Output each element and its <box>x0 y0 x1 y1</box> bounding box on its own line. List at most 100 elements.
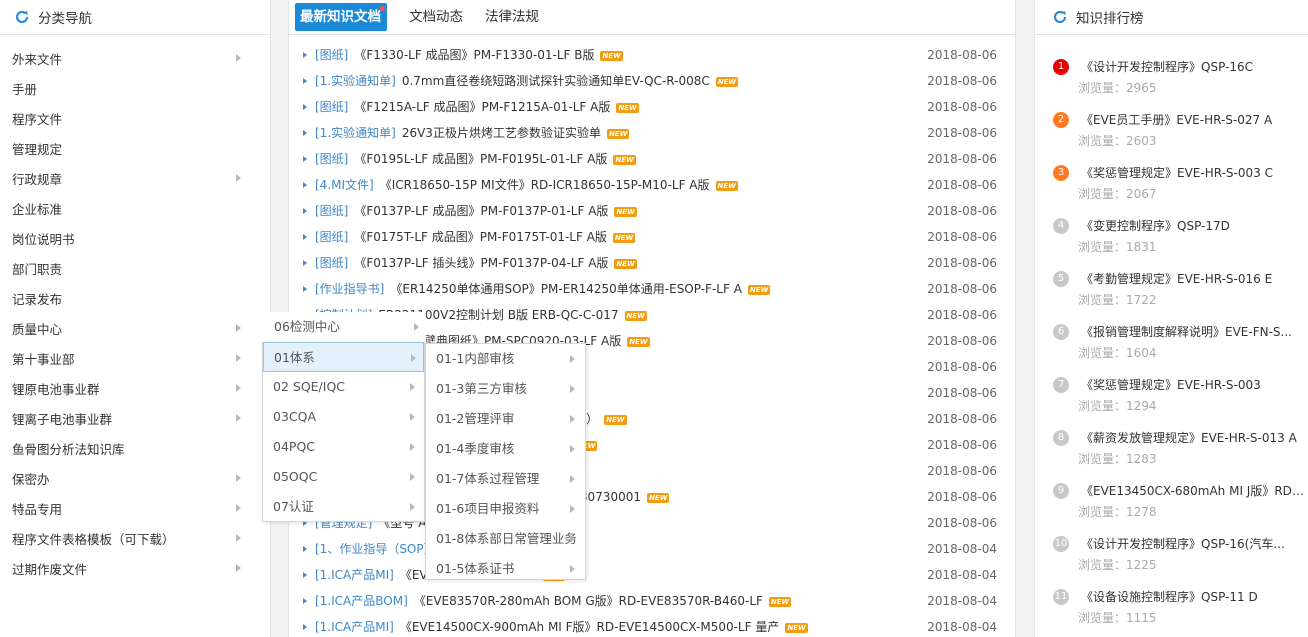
nav-item[interactable]: 第十事业部 <box>0 343 271 373</box>
menu-item[interactable]: 07认证 <box>263 492 424 522</box>
doc-category-link[interactable]: [4.MI文件] <box>315 178 374 192</box>
doc-category-link[interactable]: [1、作业指导（SOP）] <box>315 542 434 556</box>
menu-item[interactable]: 01体系 <box>263 342 424 372</box>
ranking-item[interactable]: 7 《奖惩管理规定》EVE-HR-S-003 浏览量：1294 <box>1035 373 1308 426</box>
doc-title-link[interactable]: 26V3正极片烘烤工艺参数验证实验单 <box>402 126 601 140</box>
doc-title-link[interactable]: 《ER14250单体通用SOP》PM-ER14250单体通用-ESOP-F-LF… <box>390 282 742 296</box>
ranking-title-link[interactable]: 《薪资发放管理规定》EVE-HR-S-013 A <box>1081 429 1307 446</box>
doc-category-link[interactable]: [图纸] <box>315 152 348 166</box>
doc-category-link[interactable]: [图纸] <box>315 48 348 62</box>
ranking-title-link[interactable]: 《EVE13450CX-680mAh MI J版》RD-... <box>1081 482 1307 499</box>
ranking-title-link[interactable]: 《设计开发控制程序》QSP-16(汽车... <box>1081 535 1307 552</box>
nav-item[interactable]: 部门职责 <box>0 253 271 283</box>
nav-item[interactable]: 保密办 <box>0 463 271 493</box>
tab-doc-activity[interactable]: 文档动态 <box>409 0 463 34</box>
doc-row[interactable]: [1.实验通知单] 0.7mm直径卷绕短路测试探针实验通知单EV-QC-R-008… <box>289 68 1015 94</box>
ranking-item[interactable]: 6 《报销管理制度解释说明》EVE-FN-S... 浏览量：1604 <box>1035 320 1308 373</box>
nav-item[interactable]: 管理规定 <box>0 133 271 163</box>
nav-item-label: 锂原电池事业群 <box>12 381 100 397</box>
doc-category-link[interactable]: [1.实验通知单] <box>315 126 396 140</box>
nav-item[interactable]: 企业标准 <box>0 193 271 223</box>
doc-row[interactable]: [1、作业指导（SOP）]《E-L0733-ESOP-LFNEW2018-08-… <box>289 536 1015 562</box>
menu-item[interactable]: 01-2管理评审 <box>426 404 585 434</box>
ranking-item[interactable]: 10 《设计开发控制程序》QSP-16(汽车... 浏览量：1225 <box>1035 532 1308 585</box>
ranking-item[interactable]: 2 《EVE员工手册》EVE-HR-S-027 A 浏览量：2603 <box>1035 108 1308 161</box>
doc-title-link[interactable]: 0.7mm直径卷绕短路测试探针实验通知单EV-QC-R-008C <box>402 74 710 88</box>
nav-item[interactable]: 过期作废文件 <box>0 553 271 583</box>
menu-item[interactable]: 01-3第三方审核 <box>426 374 585 404</box>
ranking-views: 浏览量：1278 <box>1078 505 1157 519</box>
menu-item[interactable]: 01-6项目申报资料 <box>426 494 585 524</box>
ranking-title-link[interactable]: 《报销管理制度解释说明》EVE-FN-S... <box>1081 323 1307 340</box>
doc-category-link[interactable]: [1.ICA产品MI] <box>315 620 394 634</box>
doc-row[interactable]: [1.ICA产品MI]《EVE83570R-M460-LFNEW2018-08-… <box>289 562 1015 588</box>
nav-item[interactable]: 特品专用 <box>0 493 271 523</box>
menu-item-inspection-center[interactable]: 06检测中心 <box>264 312 426 342</box>
ranking-title-link[interactable]: 《设备设施控制程序》QSP-11 D <box>1081 588 1307 605</box>
ranking-item[interactable]: 8 《薪资发放管理规定》EVE-HR-S-013 A 浏览量：1283 <box>1035 426 1308 479</box>
menu-item[interactable]: 05OQC <box>263 462 424 492</box>
nav-item[interactable]: 行政规章 <box>0 163 271 193</box>
nav-item[interactable]: 外来文件 <box>0 43 271 73</box>
menu-item[interactable]: 02 SQE/IQC <box>263 372 424 402</box>
doc-title-link[interactable]: 《F0137P-LF 成品图》PM-F0137P-01-LF A版 <box>354 204 608 218</box>
doc-title-link[interactable]: 《F1330-LF 成品图》PM-F1330-01-LF B版 <box>354 48 594 62</box>
nav-item[interactable]: 程序文件表格模板（可下载） <box>0 523 271 553</box>
doc-title-link[interactable]: 《F0175T-LF 成品图》PM-F0175T-01-LF A版 <box>354 230 607 244</box>
doc-category-link[interactable]: [图纸] <box>315 100 348 114</box>
menu-item[interactable]: 01-1内部审核 <box>426 344 585 374</box>
doc-category-link[interactable]: [1.ICA产品BOM] <box>315 594 408 608</box>
ranking-title-link[interactable]: 《变更控制程序》QSP-17D <box>1081 217 1307 234</box>
doc-title-link[interactable]: 《F0137P-LF 插头线》PM-F0137P-04-LF A版 <box>354 256 608 270</box>
doc-category-link[interactable]: [1.实验通知单] <box>315 74 396 88</box>
nav-item[interactable]: 岗位说明书 <box>0 223 271 253</box>
ranking-title-link[interactable]: 《奖惩管理规定》EVE-HR-S-003 C <box>1081 164 1307 181</box>
menu-item[interactable]: 04PQC <box>263 432 424 462</box>
doc-row[interactable]: [图纸] 《F0137P-LF 插头线》PM-F0137P-04-LF A版 NEW… <box>289 250 1015 276</box>
doc-title-link[interactable]: 《F1215A-LF 成品图》PM-F1215A-01-LF A版 <box>354 100 610 114</box>
menu-item[interactable]: 01-5体系证书 <box>426 554 585 584</box>
menu-item[interactable]: 01-4季度审核 <box>426 434 585 464</box>
tab-laws[interactable]: 法律法规 <box>485 0 539 34</box>
ranking-title-link[interactable]: 《考勤管理规定》EVE-HR-S-016 E <box>1081 270 1307 287</box>
doc-row[interactable]: [4.MI文件] 《ICR18650-15P MI文件》RD-ICR18650-1… <box>289 172 1015 198</box>
ranking-item[interactable]: 1 《设计开发控制程序》QSP-16C 浏览量：2965 <box>1035 55 1308 108</box>
doc-row[interactable]: [图纸] 《F0137P-LF 成品图》PM-F0137P-01-LF A版 NEW… <box>289 198 1015 224</box>
doc-row[interactable]: [作业指导书] 《ER14250单体通用SOP》PM-ER14250单体通用-ES… <box>289 276 1015 302</box>
doc-title-link[interactable]: 《EVE83570R-280mAh BOM G版》RD-EVE83570R-B4… <box>414 594 763 608</box>
doc-category-link[interactable]: [图纸] <box>315 204 348 218</box>
doc-title-link[interactable]: 《EVE14500CX-900mAh MI F版》RD-EVE14500CX-M… <box>400 620 780 634</box>
menu-item[interactable]: 01-7体系过程管理 <box>426 464 585 494</box>
doc-category-link[interactable]: [图纸] <box>315 256 348 270</box>
doc-category-link[interactable]: [作业指导书] <box>315 282 384 296</box>
nav-item[interactable]: 程序文件 <box>0 103 271 133</box>
nav-item[interactable]: 记录发布 <box>0 283 271 313</box>
doc-category-link[interactable]: [1.ICA产品MI] <box>315 568 394 582</box>
doc-row[interactable]: [图纸] 《F0195L-LF 成品图》PM-F0195L-01-LF A版 NEW… <box>289 146 1015 172</box>
tab-latest-docs[interactable]: 最新知识文档 <box>295 3 387 31</box>
nav-item[interactable]: 质量中心 <box>0 313 271 343</box>
nav-item[interactable]: 手册 <box>0 73 271 103</box>
ranking-title-link[interactable]: 《设计开发控制程序》QSP-16C <box>1081 58 1307 75</box>
doc-title-link[interactable]: 《F0195L-LF 成品图》PM-F0195L-01-LF A版 <box>354 152 607 166</box>
doc-row[interactable]: [图纸] 《F0175T-LF 成品图》PM-F0175T-01-LF A版 NEW… <box>289 224 1015 250</box>
doc-category-link[interactable]: [图纸] <box>315 230 348 244</box>
doc-title-link[interactable]: 《ICR18650-15P MI文件》RD-ICR18650-15P-M10-L… <box>380 178 710 192</box>
doc-row[interactable]: [图纸] 《F1330-LF 成品图》PM-F1330-01-LF B版 NEW 20… <box>289 42 1015 68</box>
nav-item[interactable]: 锂原电池事业群 <box>0 373 271 403</box>
ranking-title-link[interactable]: 《EVE员工手册》EVE-HR-S-027 A <box>1081 111 1307 128</box>
menu-item[interactable]: 03CQA <box>263 402 424 432</box>
nav-item[interactable]: 鱼骨图分析法知识库 <box>0 433 271 463</box>
doc-row[interactable]: [1.实验通知单] 26V3正极片烘烤工艺参数验证实验单 NEW 2018-08-06 <box>289 120 1015 146</box>
ranking-item[interactable]: 9 《EVE13450CX-680mAh MI J版》RD-... 浏览量：1278 <box>1035 479 1308 532</box>
doc-row[interactable]: [1.ICA产品MI] 《EVE14500CX-900mAh MI F版》RD-E… <box>289 614 1015 637</box>
doc-row[interactable]: [图纸] 《F1215A-LF 成品图》PM-F1215A-01-LF A版 NEW… <box>289 94 1015 120</box>
nav-item[interactable]: 锂离子电池事业群 <box>0 403 271 433</box>
ranking-title-link[interactable]: 《奖惩管理规定》EVE-HR-S-003 <box>1081 376 1307 393</box>
doc-row[interactable]: [1.ICA产品BOM] 《EVE83570R-280mAh BOM G版》RD-… <box>289 588 1015 614</box>
ranking-item[interactable]: 4 《变更控制程序》QSP-17D 浏览量：1831 <box>1035 214 1308 267</box>
ranking-item[interactable]: 3 《奖惩管理规定》EVE-HR-S-003 C 浏览量：2067 <box>1035 161 1308 214</box>
ranking-item[interactable]: 5 《考勤管理规定》EVE-HR-S-016 E 浏览量：1722 <box>1035 267 1308 320</box>
menu-item[interactable]: 01-8体系部日常管理业务 <box>426 524 585 554</box>
ranking-item[interactable]: 11 《设备设施控制程序》QSP-11 D 浏览量：1115 <box>1035 585 1308 637</box>
